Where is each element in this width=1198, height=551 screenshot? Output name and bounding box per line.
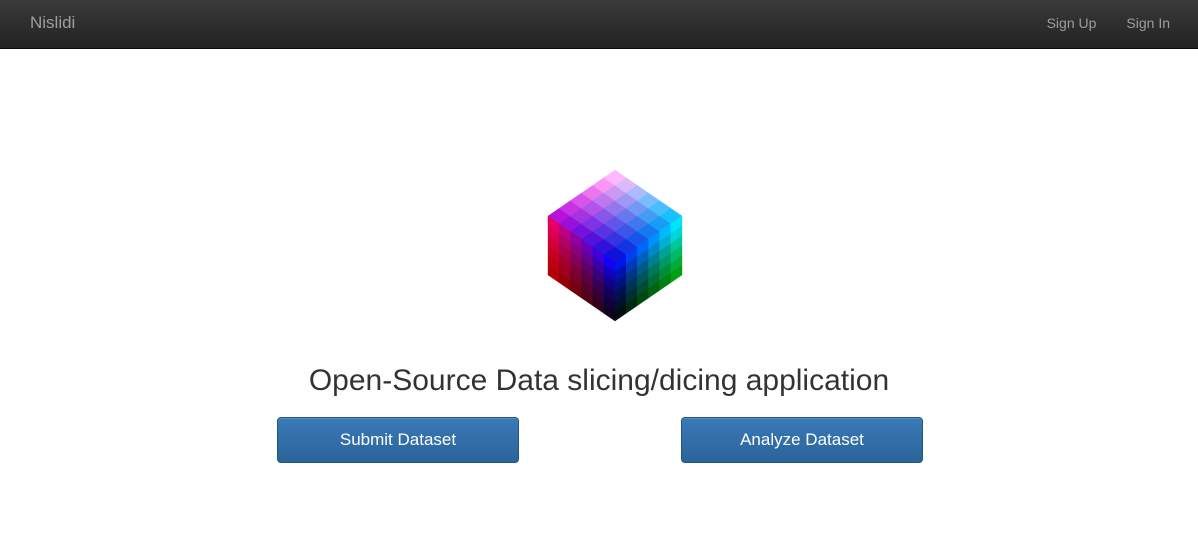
sign-up-link[interactable]: Sign Up [1047,15,1097,32]
cube-graphic [547,169,683,322]
rgb-color-cube-icon [545,168,685,324]
nav-links: Sign Up Sign In [1047,15,1170,32]
page-headline: Open-Source Data slicing/dicing applicat… [308,364,890,397]
submit-dataset-button[interactable]: Submit Dataset [277,417,519,463]
top-navbar: Nislidi Sign Up Sign In [0,0,1198,49]
analyze-dataset-button[interactable]: Analyze Dataset [681,417,923,463]
brand-link[interactable]: Nislidi [30,13,75,33]
sign-in-link[interactable]: Sign In [1126,15,1170,32]
